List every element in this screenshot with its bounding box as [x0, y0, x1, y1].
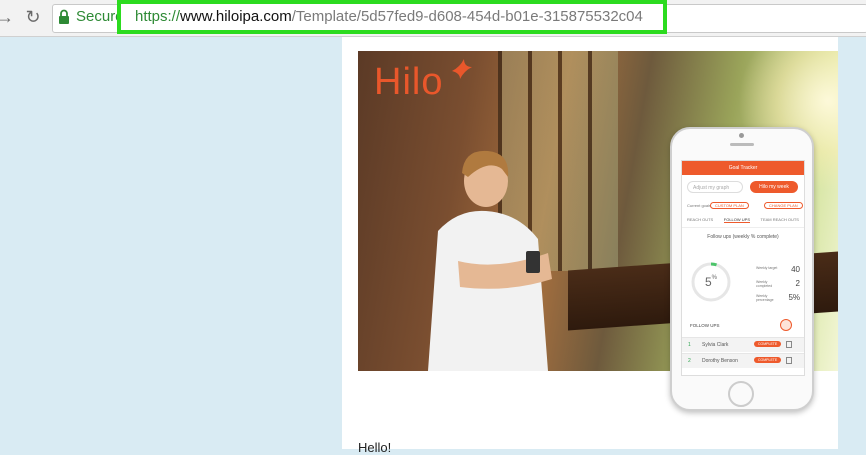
url-domain: www.hiloipa.com	[180, 8, 292, 25]
tab-reach-outs: REACH OUTS	[687, 217, 714, 222]
woman-with-phone-photo	[428, 150, 552, 371]
tab-team-reach-outs: TEAM REACH OUTS	[760, 217, 799, 222]
page-background	[838, 37, 866, 449]
complete-button: COMPLETE	[754, 341, 782, 347]
url-text[interactable]: https://www.hiloipa.com/Template/5d57fed…	[135, 8, 643, 25]
trash-icon	[786, 357, 792, 364]
graph-select: Adjust my graph	[687, 181, 743, 193]
complete-button: COMPLETE	[754, 357, 782, 363]
current-goals-label: Current goals	[687, 203, 712, 208]
progress-value: 5%	[690, 275, 732, 289]
app-header: Goal Tracker	[682, 161, 804, 175]
app-tabs: REACH OUTS FOLLOW UPS TEAM REACH OUTS	[682, 213, 804, 228]
followups-heading: FOLLOW UPS	[690, 323, 720, 328]
stat-row: Weekly completed 2	[756, 279, 800, 293]
url-path: /Template/5d57fed9-d608-454d-b01e-315875…	[291, 8, 643, 25]
forward-icon[interactable]: →	[0, 6, 16, 28]
lock-icon	[59, 9, 69, 24]
change-plan-pill: CHANGE PLAN	[764, 202, 803, 209]
trash-icon	[786, 341, 792, 348]
hilo-logo: Hilo	[374, 61, 444, 103]
hilo-my-week-button: Hilo my week	[750, 181, 798, 193]
home-button-icon	[728, 381, 754, 407]
progress-unit: %	[711, 275, 718, 281]
stat-label: Weekly percentage	[756, 294, 774, 302]
url-scheme: https://	[135, 8, 181, 25]
list-item-number: 1	[688, 342, 691, 348]
stat-value: 2	[795, 279, 800, 288]
reload-icon[interactable]: ↻	[22, 6, 44, 28]
list-item-number: 2	[688, 358, 691, 364]
stat-row: Weekly percentage 5%	[756, 293, 800, 307]
bird-icon	[452, 59, 472, 79]
phone-mockup: Goal Tracker Adjust my graph Hilo my wee…	[670, 127, 814, 411]
stat-value: 40	[791, 265, 800, 274]
phone-screen: Goal Tracker Adjust my graph Hilo my wee…	[681, 160, 805, 376]
list-item: 2 Dorothy Benson COMPLETE	[682, 353, 804, 368]
list-item: 1 Sylvia Clark COMPLETE	[682, 337, 804, 352]
browser-toolbar: → ↻ Secure https://www.hiloipa.com/Templ…	[0, 0, 866, 37]
speaker-grille	[730, 143, 754, 146]
add-followup-icon	[780, 319, 792, 331]
stat-value: 5%	[788, 293, 800, 302]
progress-number: 5	[704, 275, 712, 289]
stat-row: Weekly target 40	[756, 265, 800, 279]
custom-plan-pill: CUSTOM PLAN	[710, 202, 749, 209]
email-greeting: Hello!	[358, 440, 392, 455]
list-item-name: Sylvia Clark	[702, 342, 729, 348]
progress-title: Follow ups (weekly % complete)	[707, 234, 779, 240]
camera-icon	[739, 133, 744, 138]
stat-label: Weekly completed	[756, 280, 773, 288]
tab-follow-ups: FOLLOW UPS	[723, 217, 750, 223]
stats-list: Weekly target 40 Weekly completed 2 Weekly…	[756, 265, 800, 307]
stat-label: Weekly target	[756, 266, 778, 270]
list-item-name: Dorothy Benson	[702, 358, 738, 364]
